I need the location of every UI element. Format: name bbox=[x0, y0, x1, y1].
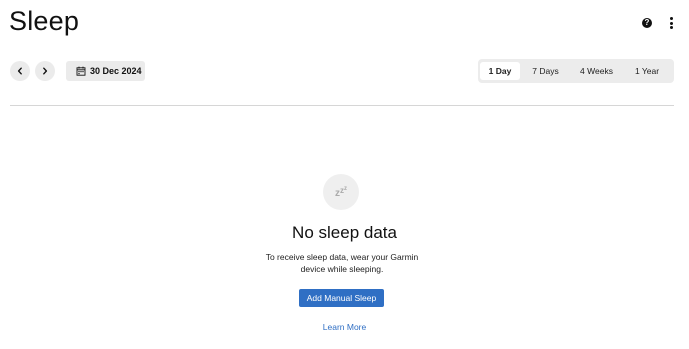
date-picker-button[interactable]: 30 Dec 2024 bbox=[66, 61, 145, 81]
help-icon[interactable]: ? bbox=[642, 18, 652, 28]
range-tab-4-weeks[interactable]: 4 Weeks bbox=[571, 62, 622, 80]
previous-date-button[interactable] bbox=[10, 61, 30, 81]
empty-state-title: No sleep data bbox=[292, 223, 397, 242]
chevron-right-icon bbox=[43, 67, 48, 75]
chevron-left-icon bbox=[17, 67, 22, 75]
selected-date: 30 Dec 2024 bbox=[90, 66, 142, 76]
empty-state-description: To receive sleep data, wear your Garmin … bbox=[265, 252, 419, 274]
calendar-icon bbox=[76, 66, 86, 76]
page-title: Sleep bbox=[9, 6, 80, 36]
zzz-sleep-icon: zzz bbox=[323, 174, 359, 210]
next-date-button[interactable] bbox=[35, 61, 55, 81]
add-manual-sleep-button[interactable]: Add Manual Sleep bbox=[299, 289, 384, 307]
learn-more-link[interactable]: Learn More bbox=[0, 322, 689, 332]
range-tab-1-day[interactable]: 1 Day bbox=[480, 62, 520, 80]
range-tab-1-year[interactable]: 1 Year bbox=[622, 62, 672, 80]
time-range-selector: 1 Day 7 Days 4 Weeks 1 Year bbox=[478, 59, 674, 83]
more-options-icon[interactable] bbox=[667, 17, 675, 29]
header-divider bbox=[10, 105, 674, 106]
range-tab-7-days[interactable]: 7 Days bbox=[520, 62, 571, 80]
